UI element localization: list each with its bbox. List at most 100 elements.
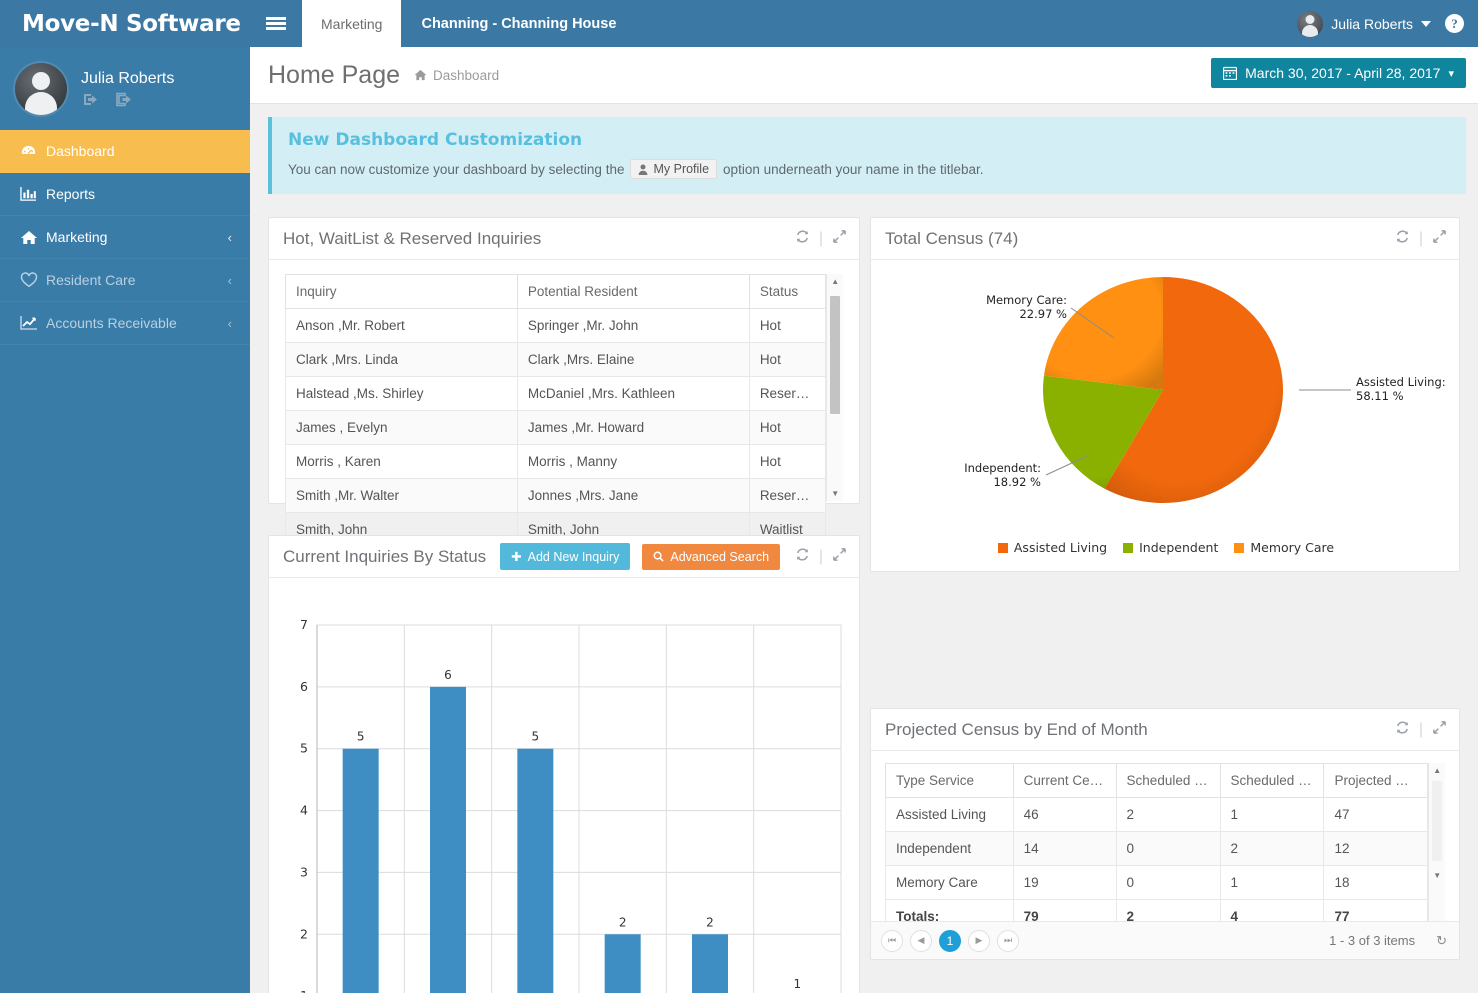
table-row[interactable]: Assisted Living 46 2 1 47	[885, 797, 1429, 832]
sidebar-user-name: Julia Roberts	[81, 70, 175, 87]
cell-scheduled-move-outs: 2	[1219, 831, 1325, 866]
chevron-down-icon: ▾	[1448, 67, 1454, 80]
cell-current-census: 46	[1012, 797, 1117, 832]
legend-label: Independent	[1139, 540, 1219, 555]
page-title: Home Page	[268, 60, 401, 89]
scrollbar-thumb[interactable]	[1432, 781, 1442, 861]
expand-icon[interactable]	[1432, 229, 1447, 249]
y-axis-tick-label: 6	[300, 679, 308, 694]
refresh-icon[interactable]	[795, 547, 810, 567]
column-header-potential-resident[interactable]: Potential Resident	[516, 274, 750, 309]
refresh-icon[interactable]	[1395, 229, 1410, 249]
bar-hot[interactable]	[342, 748, 379, 993]
sidebar-item-marketing[interactable]: Marketing ‹	[0, 216, 250, 259]
legend-swatch	[1234, 542, 1245, 553]
cell-resident: Clark ,Mrs. Elaine	[516, 342, 750, 377]
sidebar-item-resident-care[interactable]: Resident Care ‹	[0, 259, 250, 302]
legend-item-assisted-living[interactable]: Assisted Living	[997, 540, 1107, 555]
legend-item-independent[interactable]: Independent	[1123, 540, 1218, 555]
table-row[interactable]: Halstead ,Ms. Shirley McDaniel ,Mrs. Kat…	[285, 376, 827, 411]
refresh-icon[interactable]: ↻	[1436, 933, 1447, 949]
table-row[interactable]: Memory Care 19 0 1 18	[885, 865, 1429, 900]
dashboard-icon	[20, 143, 46, 160]
sidebar-item-reports[interactable]: Reports	[0, 173, 250, 216]
table-row[interactable]: Morris , Karen Morris , Manny Hot	[285, 444, 827, 479]
panel-title: Hot, WaitList & Reserved Inquiries	[283, 228, 542, 248]
scroll-up-icon[interactable]: ▲	[1429, 763, 1445, 778]
column-header-projected-census[interactable]: Projected Ce...	[1323, 763, 1429, 798]
sign-out-icon[interactable]	[116, 92, 133, 107]
table-row[interactable]: Independent 14 0 2 12	[885, 831, 1429, 866]
pie-chart-svg: Assisted Living: 58.11 % Independent: 18.92…	[964, 277, 1446, 503]
table-row[interactable]: Anson ,Mr. Robert Springer ,Mr. John Hot	[285, 308, 827, 343]
user-menu[interactable]: Julia Roberts	[1297, 10, 1431, 37]
sidebar-item-accounts-receivable[interactable]: Accounts Receivable ‹	[0, 302, 250, 345]
column-header-scheduled-move-outs[interactable]: Scheduled M...	[1219, 763, 1325, 798]
date-range-picker[interactable]: March 30, 2017 - April 28, 2017 ▾	[1211, 58, 1466, 88]
table-scrollbar[interactable]: ▲ ▼	[1428, 763, 1445, 921]
y-axis-tick-label: 4	[300, 803, 308, 818]
sidebar-item-label: Dashboard	[46, 143, 115, 159]
add-new-inquiry-button[interactable]: ✚ Add New Inquiry	[500, 543, 631, 570]
hamburger-icon[interactable]	[250, 0, 302, 47]
sidebar-item-label: Accounts Receivable	[46, 315, 177, 331]
cell-current-census: 14	[1012, 831, 1117, 866]
bar-reserved[interactable]	[692, 934, 728, 993]
pie-legend: Assisted Living Independent Memory Care	[871, 540, 1461, 555]
bar-warm[interactable]	[430, 686, 466, 993]
table-header-row: Type Service Current Cens... Scheduled M…	[885, 763, 1429, 798]
last-page-icon[interactable]: ⏭	[997, 929, 1019, 952]
legend-item-memory-care[interactable]: Memory Care	[1234, 540, 1334, 555]
table-scrollbar[interactable]: ▲ ▼	[826, 274, 843, 501]
dashboard-customization-alert: New Dashboard Customization You can now …	[268, 117, 1466, 194]
sidebar-item-dashboard[interactable]: Dashboard	[0, 130, 250, 173]
first-page-icon[interactable]: ⏮	[881, 929, 903, 952]
question-mark-icon[interactable]: ?	[1445, 14, 1464, 33]
expand-icon[interactable]	[832, 229, 847, 249]
cell-inquiry: Smith ,Mr. Walter	[285, 478, 518, 513]
prev-page-icon[interactable]: ◀	[910, 929, 932, 952]
column-header-type-service[interactable]: Type Service	[885, 763, 1014, 798]
bar-value-label: 5	[532, 730, 540, 744]
refresh-icon[interactable]	[1395, 720, 1410, 740]
scroll-up-icon[interactable]: ▲	[827, 274, 843, 289]
table-row[interactable]: Clark ,Mrs. Linda Clark ,Mrs. Elaine Hot	[285, 342, 827, 377]
panel-header: Hot, WaitList & Reserved Inquiries |	[269, 218, 859, 260]
scroll-down-icon[interactable]: ▼	[827, 486, 843, 501]
column-header-inquiry[interactable]: Inquiry	[285, 274, 518, 309]
facility-selector[interactable]: Channing - Channing House	[401, 0, 636, 47]
column-header-current-census[interactable]: Current Cens...	[1012, 763, 1117, 798]
cell-type-service: Assisted Living	[885, 797, 1014, 832]
tool-separator: |	[818, 547, 823, 565]
table-row[interactable]: Smith ,Mr. Walter Jonnes ,Mrs. Jane Rese…	[285, 478, 827, 513]
home-icon	[20, 229, 46, 246]
sidebar: Move-N Software Julia Roberts Dashboard …	[0, 0, 250, 993]
bar-cold[interactable]	[517, 748, 554, 993]
brand-logo[interactable]: Move-N Software	[0, 0, 250, 47]
cell-type-service: Memory Care	[885, 865, 1014, 900]
refresh-icon[interactable]	[795, 229, 810, 249]
total-census-panel: Total Census (74) | Assisted Living: 58.…	[870, 217, 1460, 572]
my-profile-chip[interactable]: My Profile	[630, 159, 718, 179]
bar-waitlist[interactable]	[604, 934, 641, 993]
advanced-search-button[interactable]: Advanced Search	[642, 543, 781, 570]
expand-icon[interactable]	[832, 547, 847, 567]
my-profile-label: My Profile	[653, 162, 710, 176]
brand-name: Move-N Software	[22, 10, 241, 37]
cell-resident: Morris , Manny	[516, 444, 750, 479]
cell-resident: Springer ,Mr. John	[516, 308, 750, 343]
breadcrumb[interactable]: Dashboard	[414, 68, 499, 83]
tab-marketing[interactable]: Marketing	[302, 0, 402, 47]
cell-scheduled-move-ins: 2	[1115, 797, 1221, 832]
scroll-down-icon[interactable]: ▼	[1429, 868, 1445, 883]
next-page-icon[interactable]: ▶	[968, 929, 990, 952]
cell-projected-census: 18	[1323, 865, 1429, 900]
calendar-icon	[1223, 66, 1238, 80]
page-number-1[interactable]: 1	[939, 929, 961, 952]
column-header-scheduled-move-ins[interactable]: Scheduled M...	[1115, 763, 1221, 798]
scrollbar-thumb[interactable]	[830, 296, 840, 414]
column-header-status[interactable]: Status	[748, 274, 827, 309]
table-row[interactable]: James , Evelyn James ,Mr. Howard Hot	[285, 410, 827, 445]
sign-in-icon[interactable]	[83, 92, 100, 107]
expand-icon[interactable]	[1432, 720, 1447, 740]
